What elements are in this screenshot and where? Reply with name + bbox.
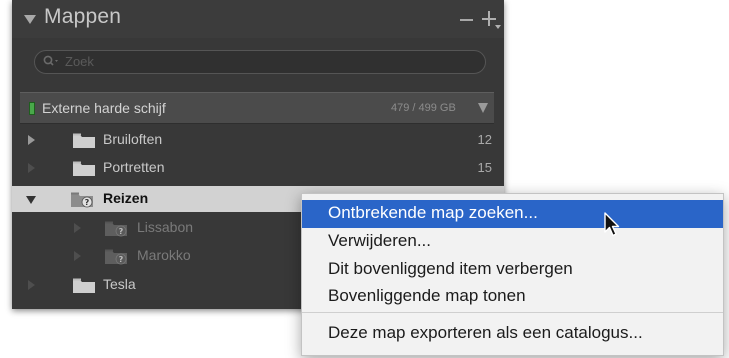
folder-icon (73, 278, 95, 293)
folder-name: Bruiloften (103, 131, 163, 147)
expand-triangle-icon (74, 251, 81, 261)
menu-item-label: Deze map exporteren als een catalogus... (328, 323, 643, 342)
folder-count: 12 (477, 132, 492, 147)
folder-count: 15 (477, 160, 492, 175)
svg-text:?: ? (85, 198, 90, 207)
menu-item-label: Ontbrekende map zoeken... (328, 203, 538, 222)
folder-name: Lissabon (137, 219, 194, 235)
menu-item-label: Verwijderen... (328, 231, 431, 250)
menu-item-label: Dit bovenliggend item verbergen (328, 259, 573, 278)
expand-triangle-icon[interactable] (28, 135, 35, 145)
search-placeholder: Zoek (65, 54, 94, 69)
search-icon (43, 55, 58, 66)
folder-row-portretten[interactable]: Portretten 15 (12, 155, 504, 181)
menu-item-export-as-catalog[interactable]: Deze map exporteren als een catalogus... (302, 320, 723, 348)
expand-triangle-icon (28, 280, 35, 290)
folder-name: Tesla (103, 276, 136, 292)
search-input[interactable]: Zoek (34, 50, 486, 74)
volume-usage: 479 / 499 GB (391, 102, 456, 114)
missing-folder-icon: ? (71, 192, 93, 208)
panel-collapse-icon[interactable] (24, 15, 36, 24)
folder-name: Portretten (103, 159, 165, 175)
menu-item-remove[interactable]: Verwijderen... (302, 228, 723, 256)
collapse-triangle-icon[interactable] (26, 196, 36, 204)
volume-name: Externe harde schijf (42, 100, 166, 116)
volume-status-icon (29, 102, 35, 115)
folder-icon (73, 161, 95, 176)
remove-folder-icon[interactable] (460, 19, 473, 21)
expand-triangle-icon (74, 223, 81, 233)
svg-text:?: ? (119, 255, 124, 264)
volume-menu-icon[interactable] (478, 103, 488, 113)
folder-icon (73, 133, 95, 148)
folder-row-bruiloften[interactable]: Bruiloften 12 (12, 127, 504, 153)
missing-folder-icon: ? (105, 221, 127, 237)
menu-item-hide-parent[interactable]: Dit bovenliggend item verbergen (302, 256, 723, 284)
menu-item-find-missing-folder[interactable]: Ontbrekende map zoeken... (302, 200, 723, 228)
menu-separator (302, 312, 723, 313)
panel-title: Mappen (44, 5, 122, 28)
svg-text:?: ? (119, 227, 124, 236)
missing-folder-icon: ? (105, 249, 127, 265)
expand-triangle-icon (28, 163, 35, 173)
folder-name: Marokko (137, 247, 191, 263)
context-menu: Ontbrekende map zoeken... Verwijderen...… (301, 193, 724, 356)
panel-header[interactable]: Mappen (12, 0, 504, 38)
menu-item-show-parent-folder[interactable]: Bovenliggende map tonen (302, 283, 723, 311)
folder-name: Reizen (103, 190, 149, 206)
menu-item-label: Bovenliggende map tonen (328, 286, 526, 305)
volume-row[interactable]: Externe harde schijf 479 / 499 GB (20, 92, 494, 124)
mouse-cursor-icon (604, 212, 620, 237)
